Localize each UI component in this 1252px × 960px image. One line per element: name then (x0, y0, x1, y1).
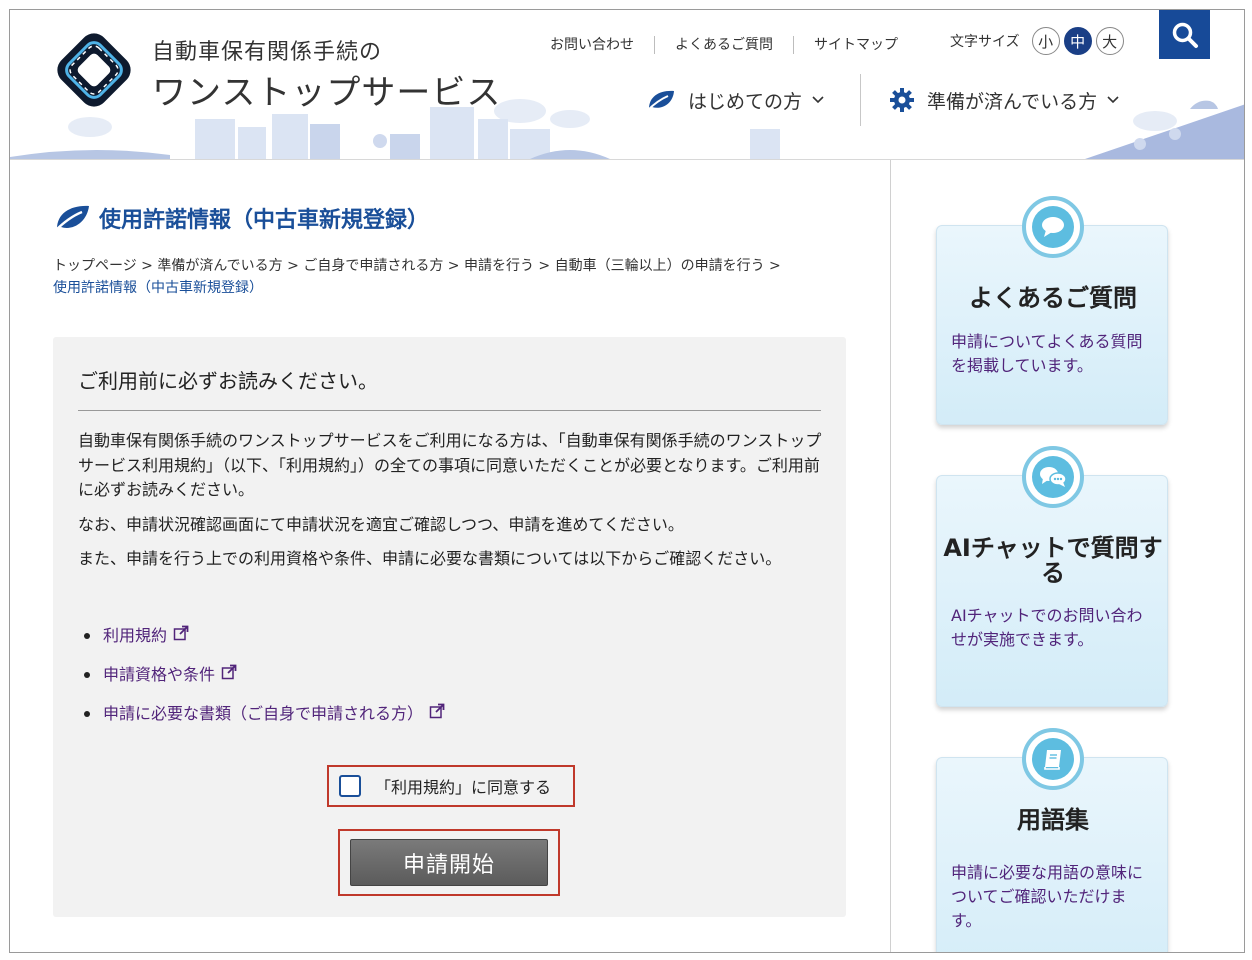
start-button-highlight: 申請開始 (338, 829, 560, 896)
notice-paragraph: 自動車保有関係手続のワンストップサービスをご利用になる方は、「自動車保有関係手続… (78, 431, 822, 499)
chat-bubbles-icon (1040, 467, 1067, 487)
logo-text-line1[interactable]: 自動車保有関係手続の (152, 34, 382, 66)
agree-terms-label[interactable]: 「利用規約」に同意する (375, 774, 551, 798)
main-nav: はじめての方 準備が済んでいる方 (630, 74, 1155, 126)
faq-card[interactable]: よくあるご質問 申請についてよくある質問を掲載しています。 (936, 196, 1168, 425)
font-size-small-button[interactable]: 小 (1031, 27, 1060, 55)
card-description: 申請についてよくある質問を掲載しています。 (951, 332, 1143, 375)
notice-heading: ご利用前に必ずお読みください。 (78, 369, 378, 393)
notice-panel: ご利用前に必ずお読みください。 自動車保有関係手続のワンストップサービスをご利用… (53, 337, 846, 917)
chevron-down-icon (812, 96, 824, 104)
agree-terms-checkbox[interactable]: 「利用規約」に同意する (327, 765, 575, 807)
gear-icon (889, 87, 915, 113)
notice-paragraph: また、申請を行う上での利用資格や条件、申請に必要な書類については以下からご確認く… (78, 549, 782, 568)
leaf-icon (53, 203, 91, 233)
main-content: 使用許諾情報（中古車新規登録） トップページ > 準備が済んでいる方 > ご自身… (10, 160, 890, 952)
browser-frame: 自動車保有関係手続の ワンストップサービス お問い合わせ よくあるご質問 サイト… (9, 9, 1245, 953)
nav-prepared-label: 準備が済んでいる方 (927, 90, 1098, 113)
contact-link[interactable]: お問い合わせ (530, 36, 654, 54)
font-size-switcher: 文字サイズ 小 中 大 (950, 27, 1124, 55)
logo-mark (57, 33, 131, 107)
font-size-medium-button[interactable]: 中 (1063, 27, 1092, 55)
breadcrumb-item[interactable]: 自動車（三輪以上）の申請を行う (555, 258, 765, 274)
external-link-icon (221, 664, 237, 680)
font-size-label: 文字サイズ (950, 34, 1020, 50)
breadcrumb-item[interactable]: 申請を行う (464, 258, 534, 274)
terms-link-label[interactable]: 利用規約 (103, 625, 167, 647)
glossary-card[interactable]: 用語集 申請に必要な用語の意味についてご確認いただけます。 (936, 728, 1168, 952)
ai-chat-card[interactable]: AIチャットで質問する AIチャットでのお問い合わせが実施できます。 (936, 446, 1168, 707)
eligibility-link-label[interactable]: 申請資格や条件 (103, 664, 215, 686)
breadcrumb-item[interactable]: ご自身で申請される方 (303, 258, 443, 274)
nav-first-time-label: はじめての方 (688, 90, 803, 113)
page-title-text: 使用許諾情報（中古車新規登録） (99, 208, 430, 233)
book-icon (1044, 750, 1061, 770)
nav-prepared[interactable]: 準備が済んでいる方 (860, 74, 1155, 126)
card-icon-ring (1022, 196, 1084, 258)
card-description: AIチャットでのお問い合わせが実施できます。 (951, 606, 1143, 649)
leaf-icon (646, 88, 676, 112)
faq-link[interactable]: よくあるご質問 (654, 36, 793, 54)
breadcrumb-item[interactable]: 準備が済んでいる方 (157, 258, 282, 274)
sidebar: よくあるご質問 申請についてよくある質問を掲載しています。 AIチャットで質問す… (890, 160, 1244, 952)
card-icon-ring (1022, 728, 1084, 790)
site-header: 自動車保有関係手続の ワンストップサービス お問い合わせ よくあるご質問 サイト… (10, 10, 1244, 160)
card-description: 申請に必要な用語の意味についてご確認いただけます。 (951, 863, 1144, 930)
document-links: 利用規約 申請資格や条件 申請に必要な書類（ご自身で申請される方） (83, 625, 445, 742)
nav-first-time[interactable]: はじめての方 (630, 74, 860, 126)
eligibility-link[interactable]: 申請資格や条件 (83, 664, 445, 703)
utility-nav: お問い合わせ よくあるご質問 サイトマップ (530, 36, 918, 54)
chevron-down-icon (1107, 96, 1119, 104)
start-application-button[interactable]: 申請開始 (350, 839, 548, 886)
sitemap-link[interactable]: サイトマップ (793, 36, 918, 54)
font-size-large-button[interactable]: 大 (1095, 27, 1124, 55)
card-title: よくあるご質問 (969, 284, 1137, 312)
card-title: 用語集 (1017, 806, 1089, 834)
checkbox-square[interactable] (339, 775, 361, 797)
notice-paragraph: なお、申請状況確認画面にて申請状況を適宜ご確認しつつ、申請を進めてください。 (78, 514, 684, 534)
required-documents-link[interactable]: 申請に必要な書類（ご自身で申請される方） (83, 703, 445, 742)
page-title: 使用許諾情報（中古車新規登録） (53, 202, 429, 234)
breadcrumb-current: 使用許諾情報（中古車新規登録） (53, 280, 263, 296)
breadcrumb: トップページ > 準備が済んでいる方 > ご自身で申請される方 > 申請を行う … (53, 258, 781, 296)
card-title: AIチャットで質問する (943, 534, 1163, 587)
card-icon-ring (1022, 446, 1084, 508)
search-button[interactable] (1159, 10, 1210, 59)
notice-body: 自動車保有関係手続のワンストップサービスをご利用になる方は、「自動車保有関係手続… (78, 429, 823, 582)
search-icon (1172, 22, 1198, 48)
speech-bubble-icon (1042, 217, 1064, 237)
breadcrumb-item[interactable]: トップページ (53, 258, 137, 274)
required-documents-link-label[interactable]: 申請に必要な書類（ご自身で申請される方） (103, 703, 423, 725)
logo-text-line2[interactable]: ワンストップサービス (152, 65, 501, 114)
divider (78, 410, 821, 411)
external-link-icon (173, 625, 189, 641)
external-link-icon (429, 703, 445, 719)
terms-link[interactable]: 利用規約 (83, 625, 445, 664)
